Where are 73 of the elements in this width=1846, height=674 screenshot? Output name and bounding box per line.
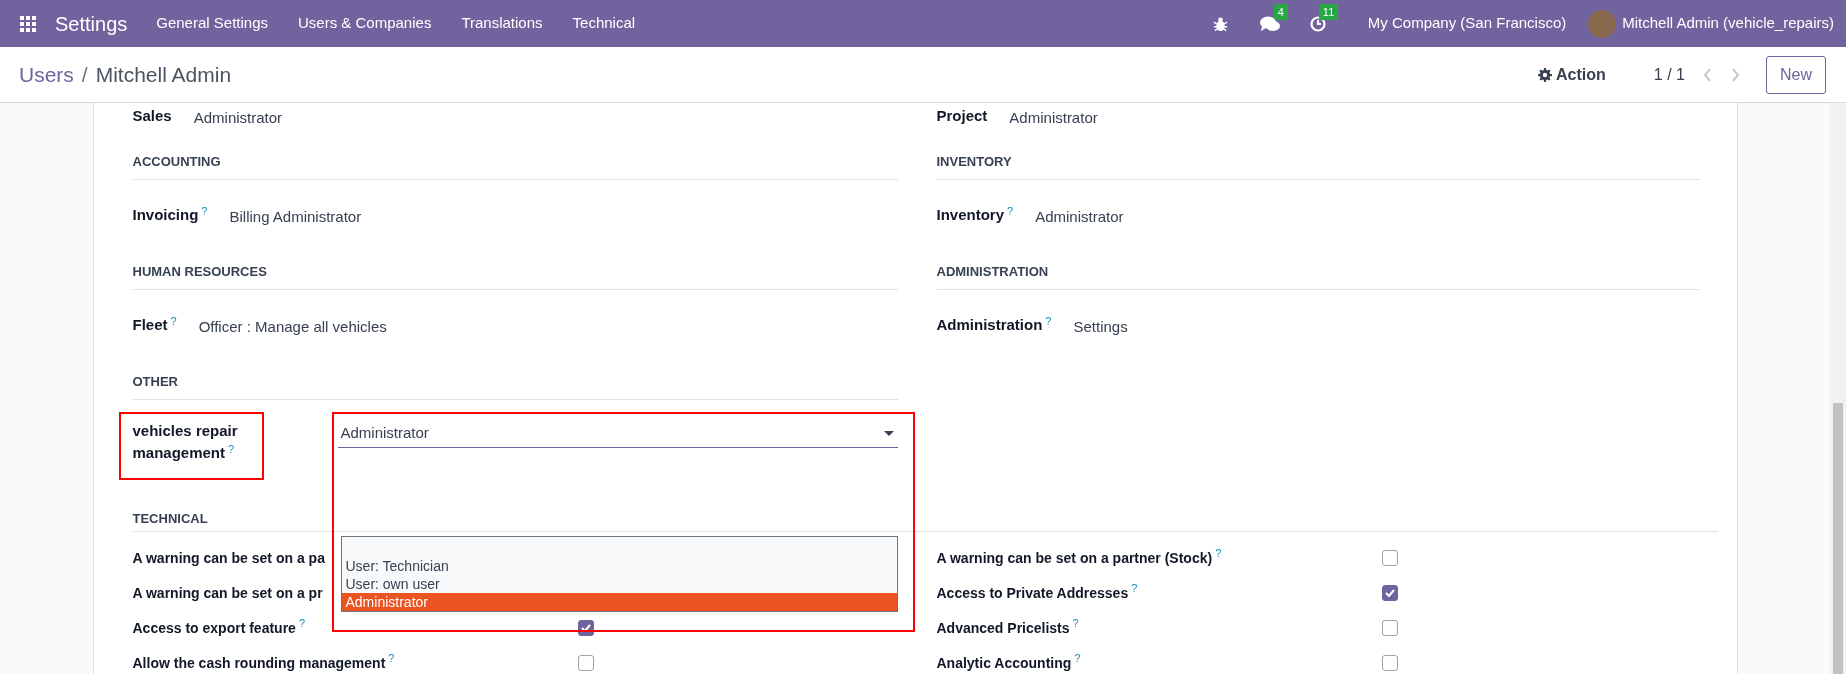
help-tooltip[interactable]: ? (388, 652, 395, 664)
field-value: Administrator (193, 108, 283, 128)
field-label: Invoicing $^{?}$ (132, 204, 208, 225)
dropdown-option[interactable]: User: own user (341, 575, 897, 593)
field-label: Access to export feature $^{?}$ (132, 619, 306, 636)
field-label: Project (936, 106, 988, 126)
action-button[interactable]: Action (1538, 62, 1606, 87)
breadcrumb-separator: / (81, 61, 88, 88)
help-tooltip[interactable]: ? (1045, 314, 1052, 327)
section-title: OTHER (132, 374, 178, 390)
field-value: Administrator (1009, 108, 1098, 128)
select-field[interactable]: Administrator (337, 420, 898, 448)
field-label: vehicles repair management $^{?}$ (132, 421, 239, 463)
field-label: Advanced Pricelists $^{?}$ (936, 619, 1079, 636)
field-label: A warning can be set on a pa (132, 549, 325, 566)
caret-icon (883, 431, 894, 436)
field-value: Officer : Manage all vehicles (198, 317, 387, 337)
checkbox[interactable] (1381, 549, 1398, 566)
field-label: Sales (132, 106, 172, 126)
field-label: Inventory $^{?}$ (936, 204, 1014, 225)
help-tooltip[interactable]: ? (1131, 582, 1138, 594)
next-icon[interactable] (1731, 67, 1740, 82)
bug-icon[interactable] (1212, 15, 1228, 32)
previous-icon[interactable] (1703, 67, 1712, 82)
checkbox[interactable] (1381, 654, 1398, 671)
menu-item[interactable]: Technical (557, 12, 651, 35)
breadcrumb-current: Mitchell Admin (95, 61, 232, 88)
scrollbar[interactable] (1830, 103, 1846, 674)
help-tooltip[interactable]: ? (170, 314, 177, 327)
app-name[interactable]: Settings (55, 8, 128, 39)
help-tooltip[interactable]: ? (228, 442, 235, 455)
field-label: Allow the cash rounding management $^{?}$ (132, 654, 395, 671)
dropdown-option[interactable]: User: Technician (341, 557, 897, 575)
settings-icon (1538, 67, 1553, 82)
pager-value[interactable]: 1 / 1 (1653, 62, 1685, 87)
field-value: Billing Administrator (229, 207, 362, 227)
checkbox[interactable] (1381, 619, 1398, 636)
apps-grid-icon[interactable] (20, 15, 36, 32)
messages-count-badge: 4 (1273, 3, 1288, 20)
chat-icon[interactable] (1259, 15, 1280, 32)
clock-icon[interactable] (1309, 15, 1326, 32)
activities-count-badge: 11 (1318, 3, 1339, 20)
company-switcher[interactable]: My Company (San Francisco) (1367, 12, 1567, 35)
field-label: Fleet $^{?}$ (132, 314, 177, 335)
help-tooltip[interactable]: ? (1215, 547, 1222, 559)
help-tooltip[interactable]: ? (1072, 617, 1079, 629)
field-label: Access to Private Addresses $^{?}$ (936, 584, 1138, 601)
help-tooltip[interactable]: ? (1074, 652, 1081, 664)
field-value: Settings (1073, 317, 1128, 337)
new-button[interactable]: New (1766, 55, 1826, 94)
checkbox[interactable] (1381, 584, 1398, 601)
field-label: A warning can be set on a pr (132, 584, 323, 601)
user-menu[interactable]: Mitchell Admin (vehicle_repairs) (1622, 12, 1834, 35)
section-title: HUMAN RESOURCES (132, 264, 267, 280)
field-value: Administrator (1035, 207, 1124, 227)
section-title: INVENTORY (936, 154, 1012, 170)
field-label: A warning can be set on a partner (Stock) $^{?}$ (936, 549, 1222, 566)
help-tooltip[interactable]: ? (1007, 204, 1014, 217)
menu-item[interactable]: General Settings (141, 12, 283, 35)
menu-item[interactable]: Translations (446, 12, 558, 35)
checkmark-icon (1384, 588, 1395, 597)
field-label: Administration $^{?}$ (936, 314, 1052, 335)
section-title: TECHNICAL (132, 511, 208, 526)
checkbox[interactable] (577, 654, 594, 671)
section-title: ADMINISTRATION (936, 264, 1049, 280)
help-tooltip[interactable]: ? (298, 617, 306, 629)
menu-item[interactable]: Users & Companies (283, 12, 447, 35)
dropdown-option[interactable]: Administrator (341, 593, 897, 611)
breadcrumb-link[interactable]: Users (19, 58, 74, 91)
help-tooltip[interactable]: ? (201, 204, 208, 217)
checkmark-icon (580, 623, 591, 632)
section-title: ACCOUNTING (132, 154, 221, 170)
field-label: Analytic Accounting $^{?}$ (936, 654, 1081, 671)
